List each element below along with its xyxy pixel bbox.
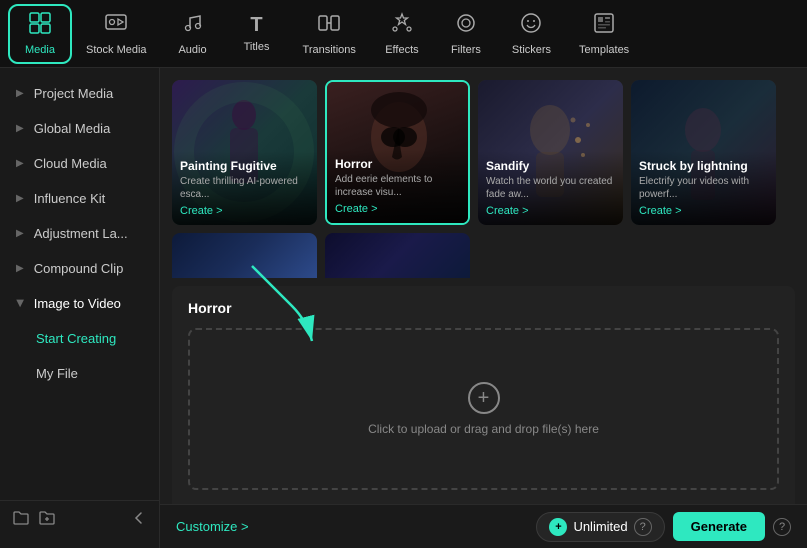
- thumb-desc-sandify: Watch the world you created fade aw...: [486, 175, 615, 201]
- templates-icon: [593, 12, 615, 40]
- audio-icon: [182, 12, 204, 40]
- thumb-create-lightning[interactable]: Create >: [639, 205, 768, 217]
- horror-panel: Horror + Click to upload or drag and dro…: [172, 286, 795, 504]
- nav-item-media[interactable]: Media: [8, 4, 72, 64]
- thumb-desc-horror: Add eerie elements to increase visu...: [335, 173, 460, 199]
- thumbnail-partial-1[interactable]: [172, 233, 317, 278]
- thumbnail-struck-by-lightning[interactable]: Struck by lightning Electrify your video…: [631, 80, 776, 225]
- arrow-icon: ▶: [16, 228, 24, 239]
- nav-label-audio: Audio: [178, 44, 206, 56]
- arrow-icon: ▶: [16, 193, 24, 204]
- thumb-overlay-sandify: Sandify Watch the world you created fade…: [478, 151, 623, 225]
- sidebar-item-compound-clip[interactable]: ▶ Compound Clip: [0, 251, 159, 286]
- upload-area[interactable]: + Click to upload or drag and drop file(…: [188, 328, 779, 490]
- thumb-overlay-lightning: Struck by lightning Electrify your video…: [631, 151, 776, 225]
- sidebar-label-start-creating: Start Creating: [36, 331, 116, 346]
- sidebar-item-influence-kit[interactable]: ▶ Influence Kit: [0, 181, 159, 216]
- sidebar-subitem-my-file[interactable]: My File: [0, 356, 159, 391]
- panel-title: Horror: [188, 300, 779, 316]
- nav-label-templates: Templates: [579, 44, 629, 56]
- unlimited-icon: +: [549, 518, 567, 536]
- thumb-overlay-painting: Painting Fugitive Create thrilling AI-po…: [172, 151, 317, 225]
- thumb-title-horror: Horror: [335, 157, 460, 171]
- generate-button[interactable]: Generate: [673, 512, 765, 541]
- sidebar-label-my-file: My File: [36, 366, 78, 381]
- sidebar-label-influence-kit: Influence Kit: [34, 191, 106, 206]
- sidebar-footer: [0, 500, 159, 540]
- nav-label-media: Media: [25, 44, 55, 56]
- thumbnails-row2: [160, 233, 807, 286]
- arrow-icon: ▶: [16, 88, 24, 99]
- titles-icon: T: [250, 14, 262, 37]
- nav-item-titles[interactable]: T Titles: [225, 8, 289, 59]
- effects-icon: [391, 12, 413, 40]
- customize-link[interactable]: Customize >: [176, 519, 249, 534]
- thumbnails-row: Painting Fugitive Create thrilling AI-po…: [160, 68, 807, 233]
- footer-bar: Customize > + Unlimited ? Generate ?: [160, 504, 807, 548]
- thumb-create-sandify[interactable]: Create >: [486, 205, 615, 217]
- sidebar-label-compound-clip: Compound Clip: [34, 261, 124, 276]
- arrow-icon: ▶: [16, 158, 24, 169]
- nav-label-stock-media: Stock Media: [86, 44, 147, 56]
- media-icon: [29, 12, 51, 40]
- sidebar-label-cloud-media: Cloud Media: [34, 156, 107, 171]
- sidebar-item-global-media[interactable]: ▶ Global Media: [0, 111, 159, 146]
- top-nav: Media Stock Media Audio T Titles: [0, 0, 807, 68]
- thumb-create-painting[interactable]: Create >: [180, 205, 309, 217]
- nav-label-titles: Titles: [244, 41, 270, 53]
- sidebar-label-project-media: Project Media: [34, 86, 113, 101]
- sidebar-item-project-media[interactable]: ▶ Project Media: [0, 76, 159, 111]
- thumb-desc-painting: Create thrilling AI-powered esca...: [180, 175, 309, 201]
- sidebar-item-adjustment-la[interactable]: ▶ Adjustment La...: [0, 216, 159, 251]
- sidebar: ▶ Project Media ▶ Global Media ▶ Cloud M…: [0, 68, 160, 548]
- filters-icon: [455, 12, 477, 40]
- nav-item-stock-media[interactable]: Stock Media: [72, 6, 161, 62]
- sidebar-item-image-to-video[interactable]: ▶ Image to Video: [0, 286, 159, 321]
- arrow-icon: ▶: [16, 123, 24, 134]
- nav-label-filters: Filters: [451, 44, 481, 56]
- thumbnail-partial-2[interactable]: [325, 233, 470, 278]
- nav-item-transitions[interactable]: Transitions: [289, 6, 370, 62]
- nav-item-filters[interactable]: Filters: [434, 6, 498, 62]
- folder-icon[interactable]: [12, 509, 30, 532]
- generate-help-icon[interactable]: ?: [773, 518, 791, 536]
- unlimited-help-icon[interactable]: ?: [634, 518, 652, 536]
- thumb-title-lightning: Struck by lightning: [639, 159, 768, 173]
- unlimited-label: Unlimited: [573, 519, 627, 534]
- upload-plus-icon: +: [468, 382, 500, 414]
- main-content: ▶ Project Media ▶ Global Media ▶ Cloud M…: [0, 68, 807, 548]
- thumb-desc-lightning: Electrify your videos with powerf...: [639, 175, 768, 201]
- collapse-sidebar-icon[interactable]: [131, 510, 147, 531]
- sidebar-label-adjustment-la: Adjustment La...: [34, 226, 128, 241]
- sidebar-item-cloud-media[interactable]: ▶ Cloud Media: [0, 146, 159, 181]
- sidebar-label-image-to-video: Image to Video: [34, 296, 121, 311]
- arrow-icon: ▶: [14, 300, 25, 308]
- thumb-overlay-horror: Horror Add eerie elements to increase vi…: [327, 149, 468, 223]
- footer-right: + Unlimited ? Generate ?: [536, 512, 791, 542]
- nav-label-stickers: Stickers: [512, 44, 551, 56]
- nav-item-audio[interactable]: Audio: [161, 6, 225, 62]
- upload-text: Click to upload or drag and drop file(s)…: [368, 422, 599, 436]
- thumb-create-horror[interactable]: Create >: [335, 203, 460, 215]
- unlimited-button[interactable]: + Unlimited ?: [536, 512, 664, 542]
- sidebar-label-global-media: Global Media: [34, 121, 111, 136]
- nav-label-effects: Effects: [385, 44, 418, 56]
- thumbnail-horror[interactable]: Horror Add eerie elements to increase vi…: [325, 80, 470, 225]
- nav-label-transitions: Transitions: [303, 44, 356, 56]
- thumb-title-sandify: Sandify: [486, 159, 615, 173]
- thumbnail-sandify[interactable]: Sandify Watch the world you created fade…: [478, 80, 623, 225]
- nav-item-stickers[interactable]: Stickers: [498, 6, 565, 62]
- arrow-icon: ▶: [16, 263, 24, 274]
- sidebar-subitem-start-creating[interactable]: Start Creating: [0, 321, 159, 356]
- thumb-title-painting: Painting Fugitive: [180, 159, 309, 173]
- nav-item-effects[interactable]: Effects: [370, 6, 434, 62]
- stock-media-icon: [105, 12, 127, 40]
- stickers-icon: [520, 12, 542, 40]
- transitions-icon: [318, 12, 340, 40]
- nav-item-templates[interactable]: Templates: [565, 6, 643, 62]
- folder-plus-icon[interactable]: [38, 509, 56, 532]
- thumbnail-painting-fugitive[interactable]: Painting Fugitive Create thrilling AI-po…: [172, 80, 317, 225]
- content-area: Painting Fugitive Create thrilling AI-po…: [160, 68, 807, 548]
